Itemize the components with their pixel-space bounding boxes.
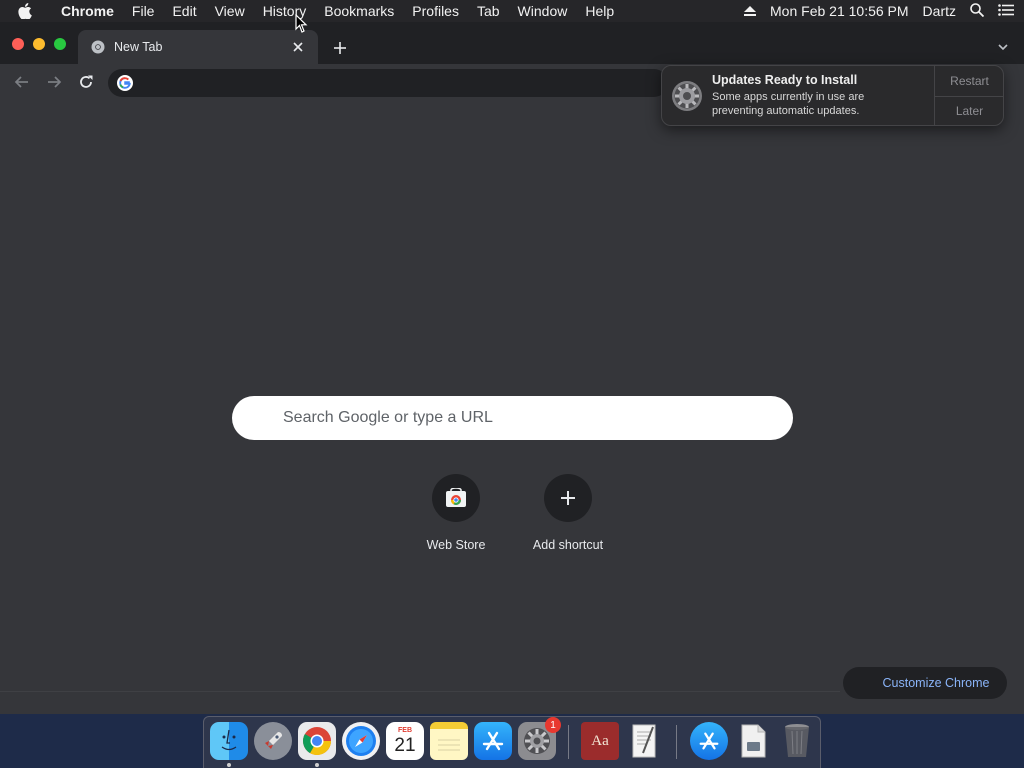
update-notification[interactable]: Updates Ready to Install Some apps curre… xyxy=(661,65,1004,126)
reload-button[interactable] xyxy=(74,70,98,94)
menu-window[interactable]: Window xyxy=(509,0,577,22)
apple-icon[interactable] xyxy=(18,0,38,22)
app-store-downloads-icon[interactable] xyxy=(690,722,728,760)
reload-icon xyxy=(80,75,93,88)
menu-app-chrome[interactable]: Chrome xyxy=(52,0,123,22)
customize-chrome-label: Customize Chrome xyxy=(882,676,990,690)
eject-icon[interactable] xyxy=(744,3,757,19)
close-icon[interactable] xyxy=(290,39,306,55)
address-input[interactable] xyxy=(143,75,668,91)
menubar-user[interactable]: Dartz xyxy=(923,3,956,19)
notes-icon[interactable] xyxy=(430,722,468,760)
trash-icon[interactable] xyxy=(778,722,816,760)
control-center-icon[interactable] xyxy=(998,3,1014,19)
notification-badge: 1 xyxy=(545,717,561,733)
running-indicator xyxy=(315,763,319,767)
mouse-cursor xyxy=(295,13,309,34)
shortcut-add[interactable]: Add shortcut xyxy=(512,474,624,560)
new-tab-button[interactable] xyxy=(330,38,350,58)
plus-icon xyxy=(561,491,575,505)
calendar-day: 21 xyxy=(394,734,416,756)
divider xyxy=(0,691,840,692)
menu-profiles[interactable]: Profiles xyxy=(403,0,468,22)
system-preferences-gear-icon xyxy=(671,80,703,112)
dictionary-icon[interactable]: Aa xyxy=(581,722,619,760)
window-fullscreen-button[interactable] xyxy=(54,38,66,50)
notification-title: Updates Ready to Install xyxy=(712,73,858,87)
dock-separator xyxy=(676,725,677,759)
calendar-icon[interactable]: FEB 21 xyxy=(386,722,424,760)
menu-bookmarks[interactable]: Bookmarks xyxy=(315,0,403,22)
dock: FEB 21 1 Aa xyxy=(203,716,821,768)
menu-bar: Chrome File Edit View History Bookmarks … xyxy=(0,0,1024,22)
tab-new-tab[interactable]: New Tab xyxy=(78,30,318,64)
notification-body: Some apps currently in use are preventin… xyxy=(712,91,865,117)
window-close-button[interactable] xyxy=(12,38,24,50)
new-tab-page: Web Store Add shortcut Customize Chrome xyxy=(0,100,1024,714)
textedit-icon[interactable] xyxy=(625,722,663,760)
menu-edit[interactable]: Edit xyxy=(163,0,205,22)
google-g-icon xyxy=(117,75,133,91)
menu-file[interactable]: File xyxy=(123,0,164,22)
chrome-app-icon[interactable] xyxy=(298,722,336,760)
plus-icon xyxy=(334,42,346,54)
web-store-icon xyxy=(446,488,466,507)
chrome-icon xyxy=(90,39,106,55)
system-preferences-icon[interactable]: 1 xyxy=(518,717,561,760)
tab-title: New Tab xyxy=(114,40,163,54)
address-bar[interactable] xyxy=(108,69,668,97)
shortcut-circle xyxy=(432,474,480,522)
menu-help[interactable]: Help xyxy=(576,0,623,22)
shortcut-label: Add shortcut xyxy=(532,538,604,552)
menu-tab[interactable]: Tab xyxy=(468,0,509,22)
notification-actions: Restart Later xyxy=(934,66,1004,125)
customize-chrome-button[interactable]: Customize Chrome xyxy=(843,667,1007,699)
menubar-clock[interactable]: Mon Feb 21 10:56 PM xyxy=(770,3,909,19)
tab-strip: New Tab xyxy=(0,22,1024,64)
safari-icon[interactable] xyxy=(342,722,380,760)
ntp-search-box[interactable] xyxy=(232,396,793,440)
tab-search-chevron-icon[interactable] xyxy=(996,40,1010,54)
forward-arrow-icon xyxy=(48,76,62,88)
menu-view[interactable]: View xyxy=(206,0,254,22)
app-store-icon[interactable] xyxy=(474,722,512,760)
window-minimize-button[interactable] xyxy=(33,38,45,50)
dictionary-glyph: Aa xyxy=(591,732,609,749)
dock-separator xyxy=(568,725,569,759)
document-file-icon[interactable] xyxy=(734,722,772,760)
running-indicator xyxy=(227,763,231,767)
finder-icon[interactable] xyxy=(210,722,248,760)
shortcut-circle xyxy=(544,474,592,522)
back-arrow-icon xyxy=(14,76,28,88)
forward-button[interactable] xyxy=(42,70,66,94)
shortcut-web-store[interactable]: Web Store xyxy=(400,474,512,560)
shortcut-label: Web Store xyxy=(426,538,486,552)
back-button[interactable] xyxy=(10,70,34,94)
launchpad-icon[interactable] xyxy=(254,722,292,760)
restart-button[interactable]: Restart xyxy=(935,66,1004,96)
calendar-month: FEB xyxy=(398,726,412,734)
ntp-search-input[interactable] xyxy=(283,409,793,427)
spotlight-search-icon[interactable] xyxy=(970,2,985,20)
chrome-window: New Tab Search Google or type a URL Web … xyxy=(0,22,1024,714)
later-button[interactable]: Later xyxy=(935,95,1004,126)
